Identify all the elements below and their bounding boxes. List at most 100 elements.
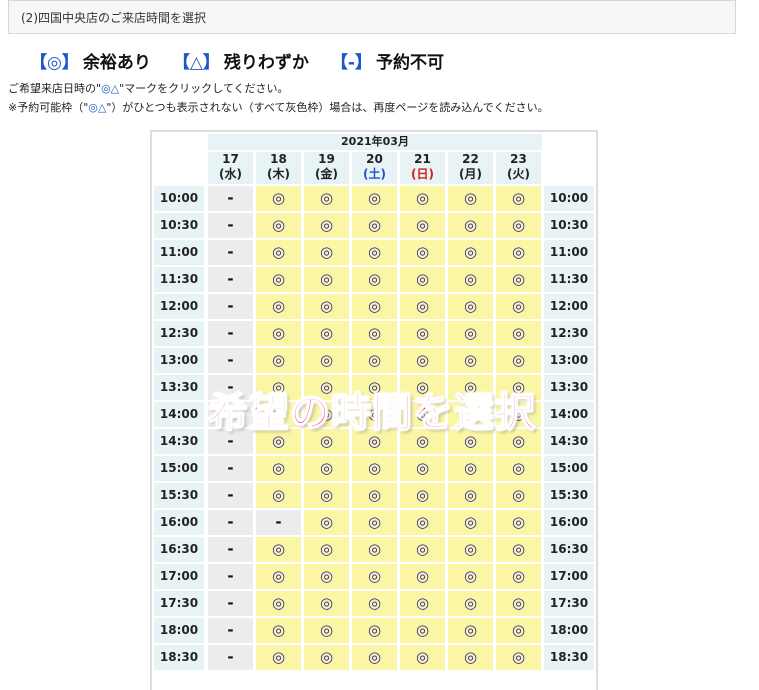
slot-available[interactable]: ◎ bbox=[352, 321, 397, 346]
time-label: 13:30 bbox=[154, 375, 204, 400]
slot-available[interactable]: ◎ bbox=[400, 537, 445, 562]
slot-available[interactable]: ◎ bbox=[496, 240, 541, 265]
slot-available[interactable]: ◎ bbox=[496, 618, 541, 643]
slot-available[interactable]: ◎ bbox=[496, 321, 541, 346]
slot-available[interactable]: ◎ bbox=[448, 537, 493, 562]
slot-available[interactable]: ◎ bbox=[448, 321, 493, 346]
slot-available[interactable]: ◎ bbox=[256, 348, 301, 373]
slot-available[interactable]: ◎ bbox=[256, 564, 301, 589]
slot-available[interactable]: ◎ bbox=[400, 591, 445, 616]
slot-available[interactable]: ◎ bbox=[400, 510, 445, 535]
slot-available[interactable]: ◎ bbox=[256, 186, 301, 211]
slot-available[interactable]: ◎ bbox=[400, 483, 445, 508]
slot-available[interactable]: ◎ bbox=[352, 483, 397, 508]
slot-available[interactable]: ◎ bbox=[352, 537, 397, 562]
slot-available[interactable]: ◎ bbox=[352, 591, 397, 616]
slot-available[interactable]: ◎ bbox=[304, 240, 349, 265]
slot-available[interactable]: ◎ bbox=[496, 348, 541, 373]
day-date: 17 bbox=[222, 152, 239, 166]
slot-available[interactable]: ◎ bbox=[400, 564, 445, 589]
slot-available[interactable]: ◎ bbox=[400, 645, 445, 670]
slot-available[interactable]: ◎ bbox=[448, 591, 493, 616]
slot-available[interactable]: ◎ bbox=[256, 321, 301, 346]
slot-available[interactable]: ◎ bbox=[400, 186, 445, 211]
slot-available[interactable]: ◎ bbox=[448, 267, 493, 292]
slot-available[interactable]: ◎ bbox=[256, 267, 301, 292]
slot-available[interactable]: ◎ bbox=[256, 537, 301, 562]
slot-available[interactable]: ◎ bbox=[448, 564, 493, 589]
day-of-week: (金) bbox=[315, 167, 338, 181]
slot-available[interactable]: ◎ bbox=[448, 348, 493, 373]
slot-available[interactable]: ◎ bbox=[400, 240, 445, 265]
slot-available[interactable]: ◎ bbox=[400, 267, 445, 292]
slot-available[interactable]: ◎ bbox=[400, 213, 445, 238]
help1-prefix: ご希望来店日時の" bbox=[8, 82, 102, 95]
slot-available[interactable]: ◎ bbox=[352, 564, 397, 589]
slot-available[interactable]: ◎ bbox=[352, 456, 397, 481]
slot-available[interactable]: ◎ bbox=[304, 618, 349, 643]
slot-available[interactable]: ◎ bbox=[496, 213, 541, 238]
slot-available[interactable]: ◎ bbox=[352, 186, 397, 211]
slot-available[interactable]: ◎ bbox=[304, 321, 349, 346]
time-label-right: 16:30 bbox=[544, 537, 594, 562]
slot-available[interactable]: ◎ bbox=[496, 186, 541, 211]
slot-available[interactable]: ◎ bbox=[304, 213, 349, 238]
slot-available[interactable]: ◎ bbox=[256, 213, 301, 238]
slot-available[interactable]: ◎ bbox=[400, 321, 445, 346]
time-label-right: 10:00 bbox=[544, 186, 594, 211]
slot-available[interactable]: ◎ bbox=[496, 591, 541, 616]
time-label-right: 13:30 bbox=[544, 375, 594, 400]
slot-available[interactable]: ◎ bbox=[352, 510, 397, 535]
slot-available[interactable]: ◎ bbox=[400, 456, 445, 481]
slot-available[interactable]: ◎ bbox=[304, 645, 349, 670]
calendar-header: 2021年03月 17 (水) 18 (木) 19 (金) 20 (土) 21 (日) 22 (月) 2… bbox=[152, 132, 596, 186]
slot-available[interactable]: ◎ bbox=[304, 564, 349, 589]
slot-available[interactable]: ◎ bbox=[304, 348, 349, 373]
slot-available[interactable]: ◎ bbox=[256, 456, 301, 481]
slot-available[interactable]: ◎ bbox=[496, 564, 541, 589]
slot-available[interactable]: ◎ bbox=[256, 618, 301, 643]
slot-available[interactable]: ◎ bbox=[256, 591, 301, 616]
slot-available[interactable]: ◎ bbox=[256, 240, 301, 265]
slot-available[interactable]: ◎ bbox=[496, 267, 541, 292]
slot-available[interactable]: ◎ bbox=[256, 645, 301, 670]
slot-available[interactable]: ◎ bbox=[448, 645, 493, 670]
slot-available[interactable]: ◎ bbox=[352, 294, 397, 319]
slot-available[interactable]: ◎ bbox=[304, 456, 349, 481]
slot-available[interactable]: ◎ bbox=[496, 537, 541, 562]
slot-available[interactable]: ◎ bbox=[304, 591, 349, 616]
slot-available[interactable]: ◎ bbox=[304, 186, 349, 211]
slot-available[interactable]: ◎ bbox=[496, 483, 541, 508]
slot-available[interactable]: ◎ bbox=[496, 456, 541, 481]
slot-available[interactable]: ◎ bbox=[448, 186, 493, 211]
legend-unavailable: 【-】 予約不可 bbox=[331, 48, 444, 73]
help-text-click: ご希望来店日時の"◎△"マークをクリックしてください。 bbox=[8, 82, 289, 96]
slot-available[interactable]: ◎ bbox=[352, 267, 397, 292]
slot-available[interactable]: ◎ bbox=[352, 213, 397, 238]
slot-available[interactable]: ◎ bbox=[256, 483, 301, 508]
slot-available[interactable]: ◎ bbox=[352, 348, 397, 373]
slot-available[interactable]: ◎ bbox=[400, 348, 445, 373]
slot-available[interactable]: ◎ bbox=[304, 294, 349, 319]
slot-available[interactable]: ◎ bbox=[352, 645, 397, 670]
slot-available[interactable]: ◎ bbox=[448, 213, 493, 238]
slot-available[interactable]: ◎ bbox=[304, 267, 349, 292]
section-header: (2)四国中央店のご来店時間を選択 bbox=[8, 0, 736, 34]
slot-available[interactable]: ◎ bbox=[352, 240, 397, 265]
slot-available[interactable]: ◎ bbox=[448, 510, 493, 535]
slot-available[interactable]: ◎ bbox=[448, 618, 493, 643]
slot-available[interactable]: ◎ bbox=[448, 294, 493, 319]
slot-available[interactable]: ◎ bbox=[448, 456, 493, 481]
slot-available[interactable]: ◎ bbox=[496, 645, 541, 670]
slot-available[interactable]: ◎ bbox=[400, 618, 445, 643]
slot-available[interactable]: ◎ bbox=[352, 618, 397, 643]
slot-available[interactable]: ◎ bbox=[304, 510, 349, 535]
slot-available[interactable]: ◎ bbox=[496, 294, 541, 319]
slot-available[interactable]: ◎ bbox=[256, 294, 301, 319]
slot-available[interactable]: ◎ bbox=[400, 294, 445, 319]
slot-available[interactable]: ◎ bbox=[448, 240, 493, 265]
slot-available[interactable]: ◎ bbox=[448, 483, 493, 508]
slot-available[interactable]: ◎ bbox=[496, 510, 541, 535]
slot-available[interactable]: ◎ bbox=[304, 483, 349, 508]
slot-available[interactable]: ◎ bbox=[304, 537, 349, 562]
